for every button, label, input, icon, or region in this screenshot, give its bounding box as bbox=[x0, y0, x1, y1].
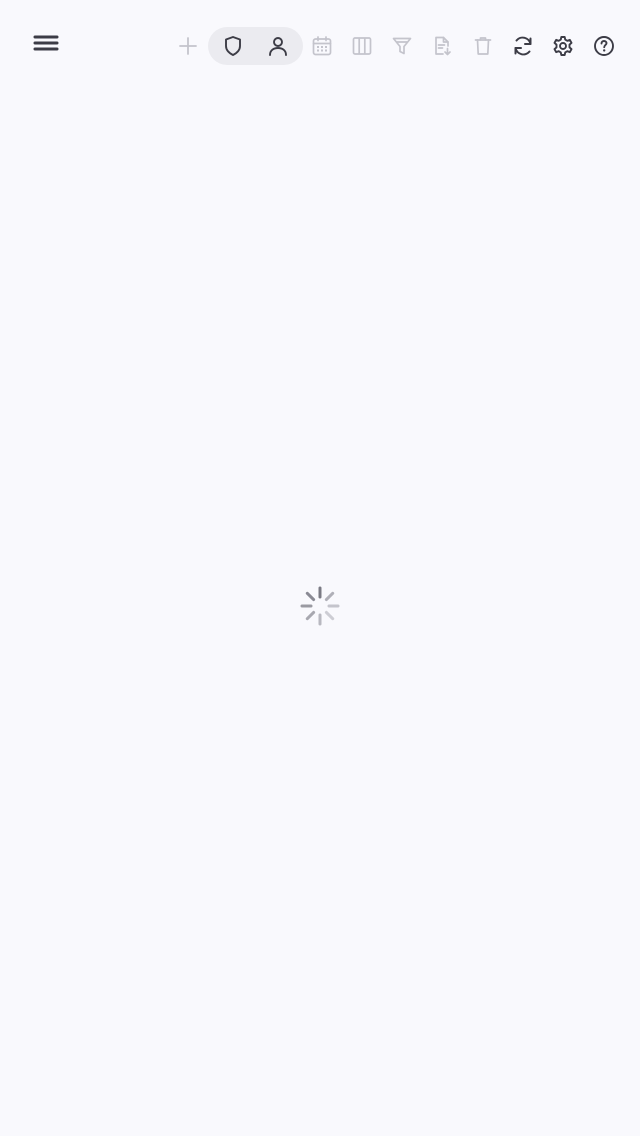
toolbar bbox=[0, 0, 640, 92]
loading-spinner-icon bbox=[300, 586, 340, 626]
help-circle-icon bbox=[594, 36, 614, 56]
delete-button[interactable] bbox=[463, 26, 503, 66]
trash-icon bbox=[474, 37, 492, 55]
settings-button[interactable] bbox=[543, 26, 583, 66]
person-icon bbox=[269, 37, 287, 56]
filter-icon bbox=[392, 37, 412, 55]
menu-icon bbox=[33, 35, 59, 51]
columns-button[interactable] bbox=[342, 26, 382, 66]
shield-icon bbox=[225, 36, 241, 56]
plus-icon bbox=[179, 37, 197, 55]
refresh-icon bbox=[514, 36, 532, 56]
refresh-button[interactable] bbox=[503, 26, 543, 66]
view-toggle bbox=[208, 27, 303, 65]
export-button[interactable] bbox=[422, 26, 462, 66]
help-button[interactable] bbox=[584, 26, 624, 66]
shield-view-button[interactable] bbox=[210, 27, 256, 65]
add-button[interactable] bbox=[168, 26, 208, 66]
person-view-button[interactable] bbox=[255, 27, 301, 65]
calendar-button[interactable] bbox=[302, 26, 342, 66]
calendar-icon bbox=[312, 36, 332, 56]
columns-icon bbox=[352, 37, 372, 55]
gear-icon bbox=[553, 36, 573, 56]
menu-button[interactable] bbox=[26, 25, 66, 65]
document-export-icon bbox=[435, 36, 451, 56]
filter-button[interactable] bbox=[382, 26, 422, 66]
